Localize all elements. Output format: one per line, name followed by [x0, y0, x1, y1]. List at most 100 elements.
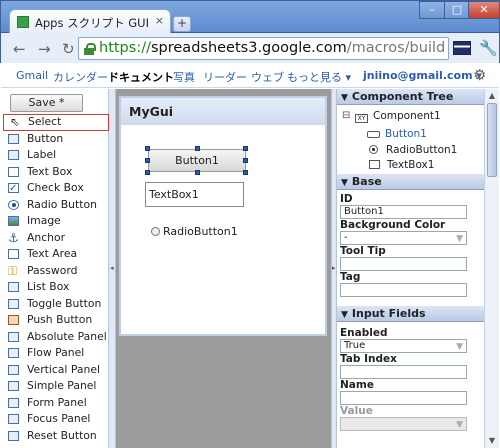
reload-icon[interactable]: ↻ — [62, 40, 75, 58]
palette-item-radio-button[interactable]: Radio Button — [1, 197, 109, 214]
enabled-select[interactable]: True ▼ — [340, 339, 467, 353]
resize-handle[interactable] — [195, 146, 200, 151]
background-color-select[interactable]: - ▼ — [340, 231, 467, 245]
splitter-arrow-icon: ◂ — [110, 264, 114, 272]
url-text[interactable]: https://spreadsheets3.google.com/macros/… — [99, 40, 444, 56]
gui-button1[interactable]: Button1 — [148, 149, 246, 172]
checkbox-icon — [8, 181, 19, 198]
palette-item-textarea[interactable]: Text Area — [1, 246, 109, 263]
page-menu-icon[interactable] — [453, 41, 471, 55]
close-window-button[interactable]: ✕ — [468, 1, 500, 19]
save-button[interactable]: Save * — [10, 94, 83, 112]
tooltip-field[interactable] — [340, 257, 467, 271]
palette-item-push-button[interactable]: Push Button — [1, 312, 109, 329]
tree-collapse-icon[interactable]: ⊟ — [342, 110, 350, 121]
new-tab-button[interactable]: + — [173, 16, 191, 32]
palette-item-reset-button[interactable]: Reset Button — [1, 428, 109, 445]
component-tree-header[interactable]: ▼ Component Tree — [337, 89, 484, 105]
gui-radiobutton1[interactable]: RadioButton1 — [151, 225, 238, 238]
listbox-icon — [8, 282, 19, 292]
pushbutton-icon — [8, 315, 19, 325]
radio-icon — [151, 227, 160, 236]
palette-list: ⇖Select Button Label Text Box Check Box … — [1, 114, 109, 444]
gear-icon[interactable]: ⚙ — [473, 66, 486, 84]
user-account-menu[interactable]: jniino@gmail.com ▾ — [363, 69, 482, 82]
resize-handle[interactable] — [195, 170, 200, 175]
id-field[interactable]: Button1 — [340, 205, 467, 219]
gbar-photos[interactable]: 写真 — [173, 69, 195, 85]
label-icon — [8, 150, 19, 160]
tab-close-icon[interactable]: × — [155, 14, 164, 27]
resize-handle[interactable] — [145, 158, 150, 163]
palette-item-simple-panel[interactable]: Simple Panel — [1, 378, 109, 395]
palette-item-toggle-button[interactable]: Toggle Button — [1, 296, 109, 313]
palette-item-focus-panel[interactable]: Focus Panel — [1, 411, 109, 428]
value-select: ▼ — [340, 417, 467, 431]
gui-title: MyGui — [129, 104, 174, 119]
palette-item-listbox[interactable]: List Box — [1, 279, 109, 296]
radio-icon — [369, 145, 378, 154]
textbox-icon — [8, 166, 19, 177]
vertical-panel-icon — [8, 364, 19, 375]
palette-item-absolute-panel[interactable]: Absolute Panel — [1, 329, 109, 346]
tree-item-radiobutton1[interactable]: RadioButton1 — [369, 144, 457, 156]
button-icon — [367, 131, 380, 138]
palette-item-form-panel[interactable]: Form Panel — [1, 395, 109, 412]
tree-item-textbox1[interactable]: TextBox1 — [369, 159, 434, 171]
chevron-down-icon: ▼ — [456, 234, 463, 244]
tab-title: Apps スクリプト GUI ... — [35, 16, 153, 30]
gbar-reader[interactable]: リーダー — [203, 69, 247, 85]
maximize-button[interactable]: □ — [444, 1, 470, 19]
palette-item-password[interactable]: ⚿ Password — [1, 263, 109, 280]
tab-index-field[interactable] — [340, 365, 467, 379]
chevron-down-icon: ▼ — [456, 420, 463, 430]
palette-item-select[interactable]: ⇖ Select — [3, 114, 109, 131]
left-splitter[interactable]: ◂ — [109, 89, 116, 448]
palette-item-checkbox[interactable]: Check Box — [1, 180, 109, 198]
design-canvas[interactable]: MyGui Button1 TextBox1 RadioButton1 — [116, 89, 331, 448]
scroll-down-icon[interactable]: ▼ — [486, 435, 498, 447]
input-fields-header[interactable]: ▼ Input Fields — [337, 306, 484, 322]
palette-item-image[interactable]: Image — [1, 213, 109, 230]
address-bar[interactable]: https://spreadsheets3.google.com/macros/… — [78, 37, 449, 60]
apps-script-favicon-icon — [17, 16, 29, 28]
minimize-button[interactable]: – — [419, 1, 445, 19]
scroll-thumb[interactable] — [487, 103, 497, 177]
palette-item-label[interactable]: Label — [1, 147, 109, 164]
resize-handle[interactable] — [243, 158, 248, 163]
palette-item-anchor[interactable]: ⚓ Anchor — [1, 230, 109, 247]
gbar-docs[interactable]: ドキュメント — [108, 69, 174, 85]
resize-handle[interactable] — [145, 146, 150, 151]
palette-item-button[interactable]: Button — [1, 131, 109, 148]
palette-item-flow-panel[interactable]: Flow Panel — [1, 345, 109, 362]
enabled-label: Enabled — [340, 327, 388, 339]
name-field[interactable] — [340, 391, 467, 405]
tab-index-label: Tab Index — [340, 353, 397, 365]
gbar-gmail[interactable]: Gmail — [16, 69, 48, 82]
lock-icon — [84, 43, 96, 55]
gui-textbox1[interactable]: TextBox1 — [145, 182, 244, 207]
collapse-triangle-icon: ▼ — [341, 93, 348, 103]
gbar-more[interactable]: もっと見る ▾ — [287, 69, 351, 85]
palette-item-vertical-panel[interactable]: Vertical Panel — [1, 362, 109, 379]
gbar-calendar[interactable]: カレンダー — [53, 69, 108, 85]
properties-scrollbar[interactable]: ▲ ▼ — [484, 89, 499, 448]
gbar-web[interactable]: ウェブ — [251, 69, 284, 85]
resize-handle[interactable] — [243, 170, 248, 175]
scroll-up-icon[interactable]: ▲ — [486, 90, 498, 102]
wrench-icon[interactable]: 🔧 — [479, 39, 498, 57]
browser-tab[interactable]: Apps スクリプト GUI ... × — [9, 9, 171, 34]
button-icon — [8, 133, 19, 144]
resize-handle[interactable] — [243, 146, 248, 151]
resize-handle[interactable] — [145, 170, 150, 175]
base-header[interactable]: ▼ Base — [337, 174, 484, 190]
absolute-panel-icon — [8, 331, 19, 342]
back-arrow-icon[interactable]: ← — [13, 40, 26, 58]
tag-field[interactable] — [340, 283, 467, 297]
palette-item-textbox[interactable]: Text Box — [1, 164, 109, 181]
tree-item-button1[interactable]: Button1 — [367, 128, 427, 140]
gui-panel[interactable]: MyGui Button1 TextBox1 RadioButton1 — [119, 96, 327, 336]
forward-arrow-icon[interactable]: → — [38, 40, 51, 58]
collapse-triangle-icon: ▼ — [341, 178, 348, 188]
tree-item-component1[interactable]: XY Component1 — [355, 110, 441, 123]
